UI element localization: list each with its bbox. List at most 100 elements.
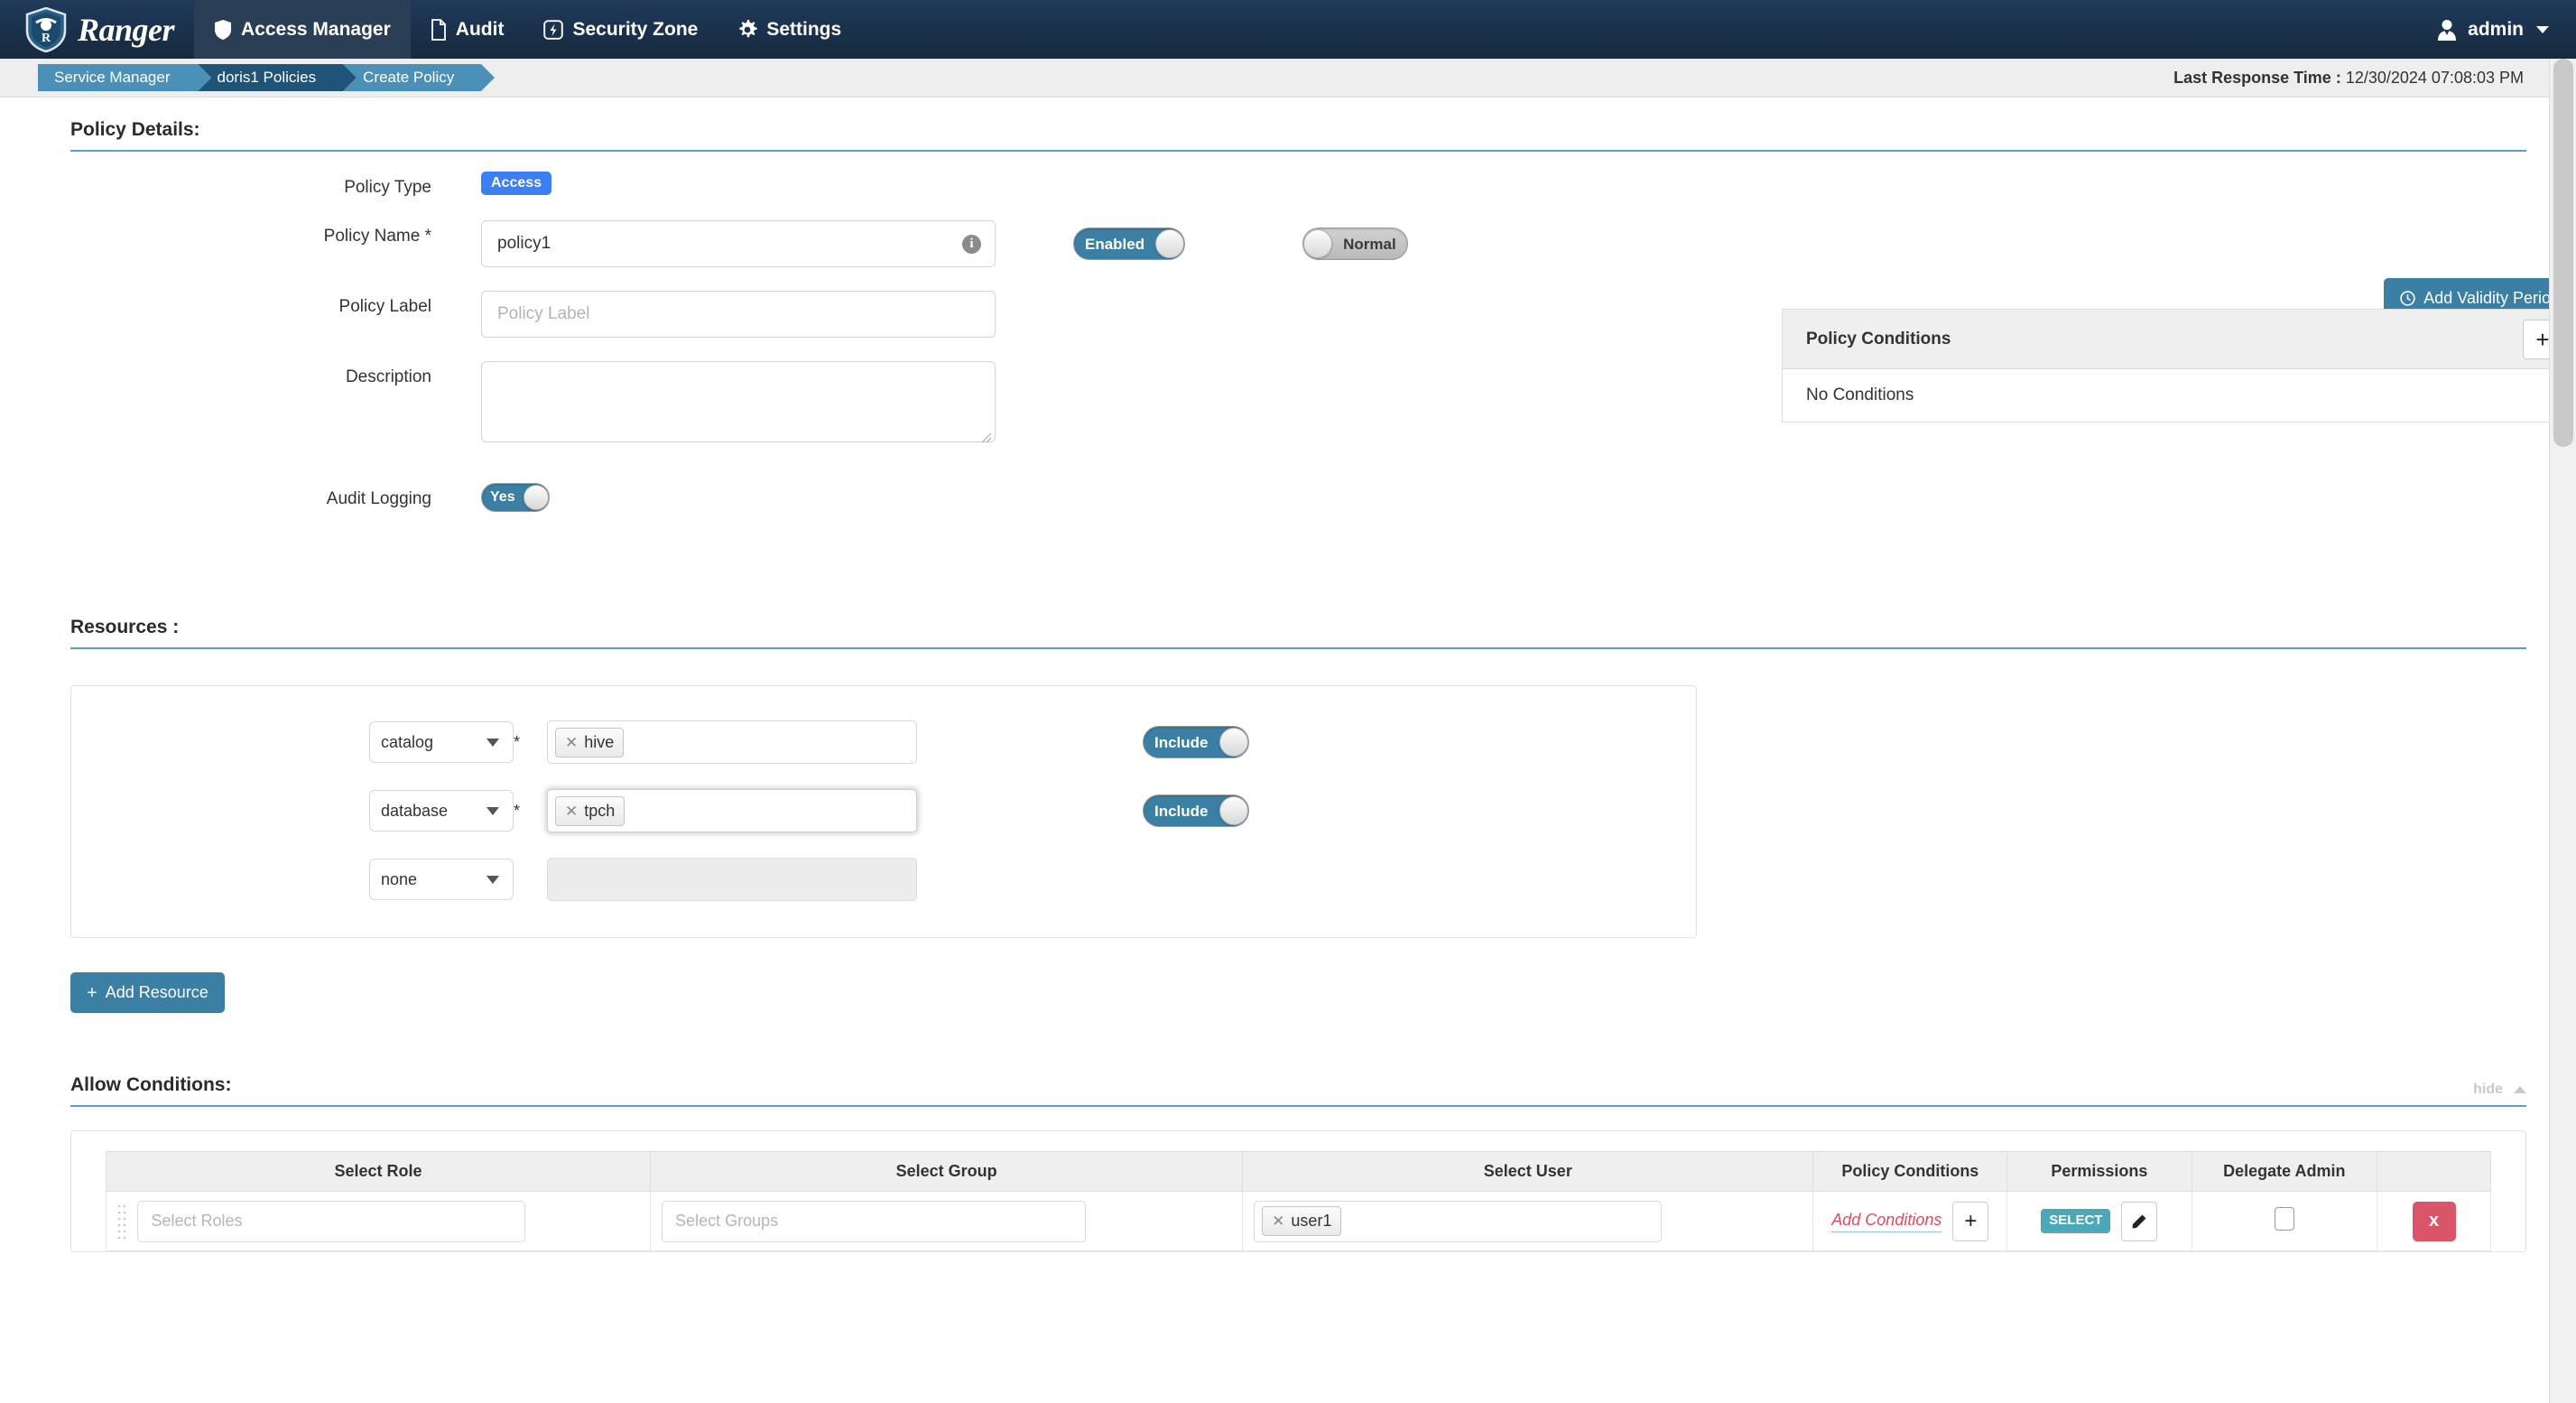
column-delegate-admin: Delegate Admin [2191, 1152, 2377, 1192]
remove-tag-icon[interactable]: ✕ [1272, 1213, 1284, 1229]
select-users-tagbox[interactable]: ✕ user1 [1254, 1201, 1662, 1242]
resource-value-tagbox-catalog[interactable]: ✕ hive [547, 720, 917, 764]
description-textarea[interactable] [481, 361, 996, 442]
allow-conditions-heading: Allow Conditions: hide [70, 1053, 2526, 1107]
policy-label-input[interactable] [481, 291, 996, 338]
allow-conditions-table: Select Role Select Group Select User Pol… [106, 1151, 2491, 1251]
policy-conditions-title: Policy Conditions [1806, 330, 1951, 349]
policy-details-title: Policy Details: [70, 119, 200, 140]
resource-value-tagbox-database[interactable]: ✕ tpch [547, 789, 917, 832]
plus-icon: + [87, 984, 97, 1002]
toggle-knob [1303, 229, 1332, 258]
policy-name-input[interactable] [481, 220, 996, 267]
resource-select-wrap: database * [369, 790, 523, 832]
tag-label: user1 [1291, 1212, 1331, 1231]
breadcrumb-label: Service Manager [54, 69, 171, 87]
policy-conditions-header: Policy Conditions + [1783, 310, 2575, 369]
include-toggle-catalog[interactable]: Include [1143, 726, 1249, 758]
nav-label-access-manager: Access Manager [241, 19, 391, 41]
remove-tag-icon[interactable]: ✕ [565, 735, 578, 750]
required-asterisk: * [514, 733, 523, 752]
include-toggle-database[interactable]: Include [1143, 794, 1249, 827]
user-menu[interactable]: admin [2408, 0, 2576, 59]
column-select-user: Select User [1243, 1152, 1813, 1192]
drag-handle-icon[interactable] [117, 1203, 126, 1240]
resource-type-select-catalog[interactable]: catalog [369, 721, 514, 763]
delegate-admin-checkbox[interactable] [2275, 1207, 2294, 1231]
info-icon[interactable]: i [962, 235, 981, 254]
resource-row: catalog * ✕ hive Include [71, 720, 1696, 764]
last-response-time: Last Response Time : 12/30/2024 07:08:03… [2173, 69, 2524, 88]
breadcrumb-item-create-policy[interactable]: Create Policy [343, 64, 481, 91]
column-policy-conditions: Policy Conditions [1813, 1152, 2007, 1192]
audit-logging-toggle[interactable]: Yes [481, 483, 550, 512]
brand-logo[interactable]: R Ranger [0, 0, 194, 59]
resource-type-select-database[interactable]: database [369, 790, 514, 832]
policy-name-control: i [481, 220, 996, 267]
allow-conditions-title: Allow Conditions: [70, 1074, 231, 1095]
toggle-knob [1155, 229, 1184, 258]
audit-logging-toggle-label: Yes [482, 490, 524, 505]
nav-item-audit[interactable]: Audit [411, 0, 524, 59]
resources-title: Resources : [70, 617, 179, 637]
permission-badge-select[interactable]: SELECT [2041, 1209, 2110, 1233]
tag-item: ✕ hive [555, 728, 624, 757]
policy-label-control [481, 291, 996, 338]
add-resource-label: Add Resource [106, 983, 208, 1002]
permissions-cell: SELECT [2018, 1202, 2180, 1241]
top-navbar: R Ranger Access Manager Audit Security Z… [0, 0, 2576, 59]
nav-item-access-manager[interactable]: Access Manager [194, 0, 411, 59]
resource-row: database * ✕ tpch Include [71, 789, 1696, 832]
select-roles-input[interactable] [137, 1201, 525, 1242]
toggle-knob [1219, 796, 1248, 825]
include-toggle-label: Include [1144, 735, 1219, 750]
ranger-shield-icon: R [25, 7, 67, 52]
policy-type-row: Policy Type Access [70, 172, 2526, 204]
policy-status-toggles: Enabled Normal [1073, 228, 1408, 260]
edit-permissions-button[interactable] [2121, 1202, 2157, 1241]
delete-row-button[interactable]: x [2413, 1202, 2456, 1241]
nav-label-security-zone: Security Zone [572, 19, 698, 41]
normal-override-toggle[interactable]: Normal [1302, 228, 1408, 260]
page-content: Policy Details: Add Validity Period Poli… [0, 98, 2576, 1252]
add-conditions-link[interactable]: Add Conditions [1831, 1211, 1941, 1232]
brand-text: Ranger [78, 11, 174, 49]
nav-label-audit: Audit [456, 19, 505, 41]
hide-label: hide [2473, 1082, 2503, 1098]
policy-type-control: Access [481, 172, 551, 195]
enabled-toggle[interactable]: Enabled [1073, 228, 1185, 260]
policy-conditions-cell: Add Conditions + [1824, 1202, 1996, 1241]
add-resource-button[interactable]: + Add Resource [70, 972, 225, 1013]
add-condition-button[interactable]: + [1952, 1202, 1988, 1241]
tag-item: ✕ tpch [555, 796, 625, 826]
breadcrumb: Service Manager doris1 Policies Create P… [38, 64, 481, 91]
scrollbar-thumb[interactable] [2553, 59, 2573, 447]
toggle-knob [524, 485, 549, 510]
table-row: ✕ user1 Add Conditions + [107, 1192, 2491, 1251]
policy-conditions-empty-label: No Conditions [1806, 386, 1913, 404]
user-name: admin [2468, 19, 2524, 41]
close-icon: x [2429, 1211, 2439, 1231]
select-groups-input[interactable] [662, 1201, 1086, 1242]
nav-item-settings[interactable]: Settings [718, 0, 861, 59]
last-response-label: Last Response Time : [2173, 69, 2341, 87]
toggle-knob [1219, 728, 1248, 757]
column-actions [2377, 1152, 2491, 1192]
resource-select-wrap: none [369, 859, 523, 900]
resource-type-select-none[interactable]: none [369, 859, 514, 900]
hide-allow-conditions-link[interactable]: hide [2473, 1082, 2526, 1098]
policy-type-label: Policy Type [70, 172, 481, 204]
resources-heading: Resources : [70, 595, 2526, 649]
include-toggle-label: Include [1144, 804, 1219, 819]
nav-item-security-zone[interactable]: Security Zone [524, 0, 718, 59]
policy-type-badge[interactable]: Access [481, 172, 551, 195]
file-icon [431, 19, 447, 41]
tag-label: tpch [584, 802, 615, 821]
tag-label: hive [584, 733, 614, 752]
remove-tag-icon[interactable]: ✕ [565, 804, 578, 819]
policy-conditions-panel: Policy Conditions + No Conditions [1782, 309, 2576, 423]
breadcrumb-item-service-manager[interactable]: Service Manager [38, 64, 198, 91]
breadcrumb-item-doris1-policies[interactable]: doris1 Policies [198, 64, 344, 91]
column-select-role: Select Role [107, 1152, 651, 1192]
page-scrollbar[interactable] [2549, 59, 2576, 1403]
